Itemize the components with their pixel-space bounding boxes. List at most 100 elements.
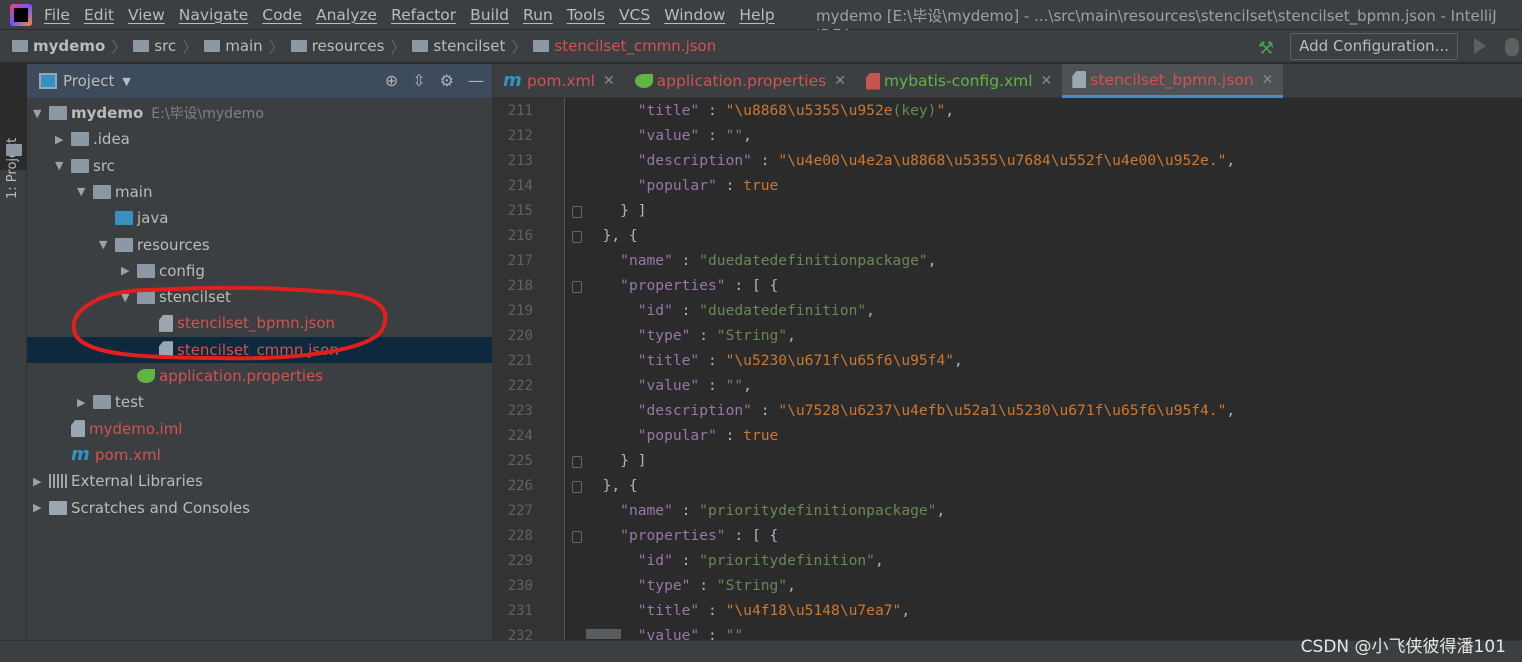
- close-icon[interactable]: ✕: [603, 73, 615, 89]
- tree-item[interactable]: ▼ src: [27, 153, 492, 179]
- tab-label: mybatis-config.xml: [883, 72, 1033, 90]
- fold-marker-icon[interactable]: [572, 281, 582, 293]
- menu-vcs[interactable]: VCS: [619, 6, 650, 24]
- chevron-right-icon: 〉: [111, 38, 128, 57]
- line-number: 226: [507, 478, 533, 494]
- breadcrumb-item[interactable]: src 〉: [133, 34, 198, 58]
- breadcrumb-item[interactable]: resources 〉: [290, 34, 406, 58]
- tab-pom-xml[interactable]: m pom.xml ✕: [493, 64, 625, 98]
- breadcrumb-item[interactable]: stencilset 〉: [412, 34, 527, 58]
- breadcrumb-item[interactable]: mydemo 〉: [12, 34, 127, 58]
- tab-application-properties[interactable]: application.properties ✕: [625, 64, 856, 98]
- tab-mybatis-config-xml[interactable]: mybatis-config.xml ✕: [856, 64, 1062, 98]
- tree-item[interactable]: java: [27, 205, 492, 231]
- code-line: "id" : "prioritydefinition",: [637, 552, 884, 569]
- collapse-all-icon[interactable]: ⇳: [412, 71, 425, 90]
- tree-item[interactable]: m pom.xml: [27, 442, 492, 468]
- gear-icon[interactable]: ⚙: [440, 71, 454, 90]
- menu-code[interactable]: Code: [262, 6, 302, 24]
- folder-icon: [71, 132, 89, 147]
- tree-item[interactable]: ▼ main: [27, 179, 492, 205]
- menu-file[interactable]: File: [44, 6, 70, 24]
- chevron-down-icon[interactable]: ▼: [122, 75, 130, 88]
- code-line: "description" : "\u4e00\u4e2a\u8868\u535…: [637, 152, 1236, 169]
- menu-view[interactable]: View: [128, 6, 165, 24]
- breadcrumb-label: stencilset: [433, 37, 506, 55]
- project-panel: Project ▼ ⊕ ⇳ ⚙ — ▼ mydemo E:\毕设\mydemo ▶ .i…: [27, 64, 493, 662]
- project-tool-button[interactable]: 1: Project: [0, 64, 27, 199]
- tree-item[interactable]: stencilset_cmmn.json: [27, 336, 492, 363]
- project-view-selector[interactable]: Project: [63, 72, 114, 90]
- locate-target-icon[interactable]: ⊕: [385, 71, 398, 90]
- line-number: 230: [507, 578, 533, 594]
- menu-edit[interactable]: Edit: [84, 6, 114, 24]
- expand-arrow-icon[interactable]: ▶: [55, 133, 71, 146]
- tab-stencilset-bpmn-json[interactable]: stencilset_bpmn.json ✕: [1062, 64, 1284, 98]
- expand-arrow-icon[interactable]: ▼: [33, 107, 49, 120]
- tree-item[interactable]: ▶ config: [27, 258, 492, 284]
- add-configuration-button[interactable]: Add Configuration...: [1290, 33, 1458, 60]
- close-icon[interactable]: ✕: [834, 73, 846, 89]
- menu-analyze[interactable]: Analyze: [316, 6, 377, 24]
- expand-arrow-icon[interactable]: ▼: [99, 238, 115, 251]
- tree-item[interactable]: application.properties: [27, 363, 492, 389]
- xml-file-icon: [865, 72, 880, 90]
- tree-item-label: .idea: [93, 130, 130, 149]
- expand-arrow-icon[interactable]: ▶: [33, 475, 49, 488]
- menu-refactor[interactable]: Refactor: [391, 6, 456, 24]
- tree-item[interactable]: ▶ test: [27, 389, 492, 415]
- menu-help[interactable]: Help: [739, 6, 774, 24]
- menu-navigate[interactable]: Navigate: [179, 6, 249, 24]
- chevron-right-icon: 〉: [182, 38, 199, 57]
- code-line: "properties" : [ {: [620, 277, 779, 294]
- code-line: "popular" : true: [637, 177, 779, 194]
- breadcrumb-item[interactable]: stencilset_cmmn.json: [533, 37, 716, 55]
- expand-arrow-icon[interactable]: ▶: [77, 396, 93, 409]
- close-icon[interactable]: ✕: [1262, 72, 1274, 88]
- fold-marker-icon[interactable]: [572, 456, 582, 468]
- expand-arrow-icon[interactable]: ▼: [121, 291, 137, 304]
- tree-item-label: src: [93, 156, 115, 175]
- expand-arrow-icon[interactable]: ▶: [33, 501, 49, 514]
- tree-item[interactable]: mydemo.iml: [27, 416, 492, 442]
- watermark: CSDN @小飞侠彼得潘101: [1300, 637, 1506, 657]
- project-panel-header: Project ▼ ⊕ ⇳ ⚙ —: [27, 64, 492, 98]
- tree-item-label: mydemo.iml: [89, 419, 183, 438]
- fold-marker-icon[interactable]: [572, 481, 582, 493]
- breadcrumb-item[interactable]: main 〉: [204, 34, 285, 58]
- expand-arrow-icon[interactable]: ▼: [77, 185, 93, 198]
- horizontal-scrollbar[interactable]: [586, 629, 621, 639]
- code-editor[interactable]: 211 212 213 214 215 216 217 218 219 220 221 222 223 2…: [493, 98, 1522, 640]
- tree-item[interactable]: ▶ External Libraries: [27, 468, 492, 494]
- debug-icon[interactable]: [1505, 38, 1519, 56]
- tree-item[interactable]: ▼ resources: [27, 232, 492, 258]
- maven-file-icon: m: [71, 443, 90, 465]
- menu-window[interactable]: Window: [664, 6, 725, 24]
- build-hammer-icon[interactable]: ⚒: [1258, 38, 1274, 59]
- line-number: 218: [507, 278, 533, 294]
- scratches-icon: [49, 500, 67, 515]
- code-line: "title" : "\u5230\u671f\u65f6\u95f4",: [637, 352, 963, 369]
- expand-arrow-icon[interactable]: ▼: [55, 159, 71, 172]
- expand-arrow-icon[interactable]: ▶: [121, 264, 137, 277]
- menu-tools[interactable]: Tools: [567, 6, 605, 24]
- tab-label: application.properties: [656, 72, 827, 90]
- menu-run[interactable]: Run: [523, 6, 553, 24]
- line-number: 231: [507, 603, 533, 619]
- menu-build[interactable]: Build: [470, 6, 509, 24]
- tree-item[interactable]: ▼ stencilset: [27, 284, 492, 310]
- spring-file-icon: [137, 369, 155, 383]
- tree-item[interactable]: ▶ Scratches and Consoles: [27, 495, 492, 521]
- fold-marker-icon[interactable]: [572, 531, 582, 543]
- close-icon[interactable]: ✕: [1041, 73, 1053, 89]
- tree-item[interactable]: ▶ .idea: [27, 126, 492, 152]
- line-number: 213: [507, 153, 533, 169]
- fold-marker-icon[interactable]: [572, 231, 582, 243]
- tree-item-label: pom.xml: [95, 445, 161, 464]
- minimize-icon[interactable]: —: [468, 71, 484, 90]
- run-icon[interactable]: [1474, 38, 1486, 54]
- fold-marker-icon[interactable]: [572, 206, 582, 218]
- intellij-logo-icon: [10, 3, 32, 26]
- tree-item[interactable]: stencilset_bpmn.json: [27, 310, 492, 336]
- tree-item[interactable]: ▼ mydemo E:\毕设\mydemo: [27, 100, 492, 126]
